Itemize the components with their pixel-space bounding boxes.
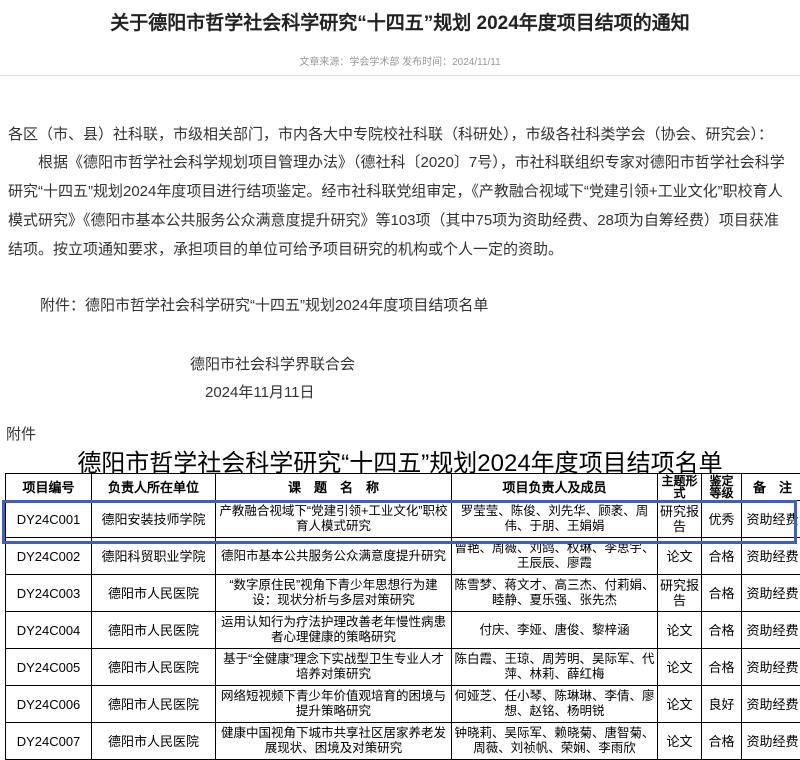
header-members: 项目负责人及成员: [452, 474, 658, 501]
attachment-line: 附件：德阳市哲学社会科学研究“十四五”规划2024年度项目结项名单: [40, 294, 488, 315]
cell-id: DY24C003: [6, 575, 92, 612]
signature: 德阳市社会科学界联合会: [190, 353, 355, 374]
cell-form: 论文: [658, 612, 702, 649]
salutation: 各区（市、县）社科联，市级相关部门，市内各大中专院校社科联（科研处），市级各社科…: [8, 120, 793, 149]
cell-note: 资助经费: [742, 575, 800, 612]
cell-id: DY24C007: [6, 723, 92, 760]
table-header-row: 项目编号 负责人所在单位 课 题 名 称 项目负责人及成员 主题形式 鉴定等级 …: [6, 474, 800, 501]
header-grade: 鉴定等级: [702, 474, 742, 501]
cell-name: 基于“全健康”理念下实战型卫生专业人才培养对策研究: [216, 649, 452, 686]
table-row: DY24C004德阳市人民医院运用认知行为疗法护理改善老年慢性病患者心理健康的策…: [6, 612, 800, 649]
attachment-label: 附件: [6, 423, 36, 444]
cell-members: 陈白霞、王琼、周芳明、吴际军、代萍、林莉、薛红梅: [452, 649, 658, 686]
cell-note: 资助经费: [742, 649, 800, 686]
cell-id: DY24C006: [6, 686, 92, 723]
cell-members: 陈雪梦、蒋文才、高三杰、付莉娟、睦静、夏乐强、张先杰: [452, 575, 658, 612]
cell-members: 付庆、李娅、唐俊、黎梓涵: [452, 612, 658, 649]
header-unit: 负责人所在单位: [92, 474, 216, 501]
cell-name: 网络短视频下青少年价值观培育的困境与提升策略研究: [216, 686, 452, 723]
body-paragraph: 根据《德阳市哲学社会科学规划项目管理办法》（德社科〔2020〕7号），市社科联组…: [8, 148, 793, 264]
cell-name: “数字原住民”视角下青少年思想行为建设：现状分析与多层对策研究: [216, 575, 452, 612]
cell-form: 研究报告: [658, 575, 702, 612]
cell-grade: 合格: [702, 723, 742, 760]
table-row: DY24C005德阳市人民医院基于“全健康”理念下实战型卫生专业人才培养对策研究…: [6, 649, 800, 686]
cell-name: 运用认知行为疗法护理改善老年慢性病患者心理健康的策略研究: [216, 612, 452, 649]
table-row: DY24C006德阳市人民医院网络短视频下青少年价值观培育的困境与提升策略研究何…: [6, 686, 800, 723]
cell-name: 健康中国视角下城市共享社区居家养老发展现状、困境及对策研究: [216, 723, 452, 760]
table-row: DY24C003德阳市人民医院“数字原住民”视角下青少年思想行为建设：现状分析与…: [6, 575, 800, 612]
divider: [0, 75, 800, 76]
cell-id: DY24C004: [6, 612, 92, 649]
cell-unit: 德阳市人民医院: [92, 686, 216, 723]
cell-id: DY24C005: [6, 649, 92, 686]
cell-unit: 德阳市人民医院: [92, 723, 216, 760]
table-row: DY24C007德阳市人民医院健康中国视角下城市共享社区居家养老发展现状、困境及…: [6, 723, 800, 760]
header-name: 课 题 名 称: [216, 474, 452, 501]
header-form: 主题形式: [658, 474, 702, 501]
cell-grade: 合格: [702, 612, 742, 649]
header-note: 备 注: [742, 474, 800, 501]
cell-form: 论文: [658, 649, 702, 686]
cell-form: 论文: [658, 723, 702, 760]
cell-form: 论文: [658, 686, 702, 723]
cell-note: 资助经费: [742, 612, 800, 649]
signature-date: 2024年11月11日: [205, 381, 315, 402]
cell-members: 何娅芝、任小琴、陈琳琳、李倩、廖想、赵铭、杨明锐: [452, 686, 658, 723]
header-id: 项目编号: [6, 474, 92, 501]
cell-unit: 德阳市人民医院: [92, 612, 216, 649]
cell-note: 资助经费: [742, 686, 800, 723]
article-meta: 文章来源：学会学术部 发布时间：2024/11/11: [0, 53, 800, 68]
cell-unit: 德阳市人民医院: [92, 649, 216, 686]
article-title: 关于德阳市哲学社会科学研究“十四五”规划 2024年度项目结项的通知: [0, 8, 800, 35]
cell-note: 资助经费: [742, 723, 800, 760]
cell-grade: 合格: [702, 575, 742, 612]
cell-unit: 德阳市人民医院: [92, 575, 216, 612]
cell-members: 钟晓莉、吴际军、赖晓菊、唐智菊、周薇、刘祯帆、荣娴、李雨欣: [452, 723, 658, 760]
cell-grade: 良好: [702, 686, 742, 723]
cell-grade: 合格: [702, 649, 742, 686]
highlight-box: [2, 500, 797, 544]
